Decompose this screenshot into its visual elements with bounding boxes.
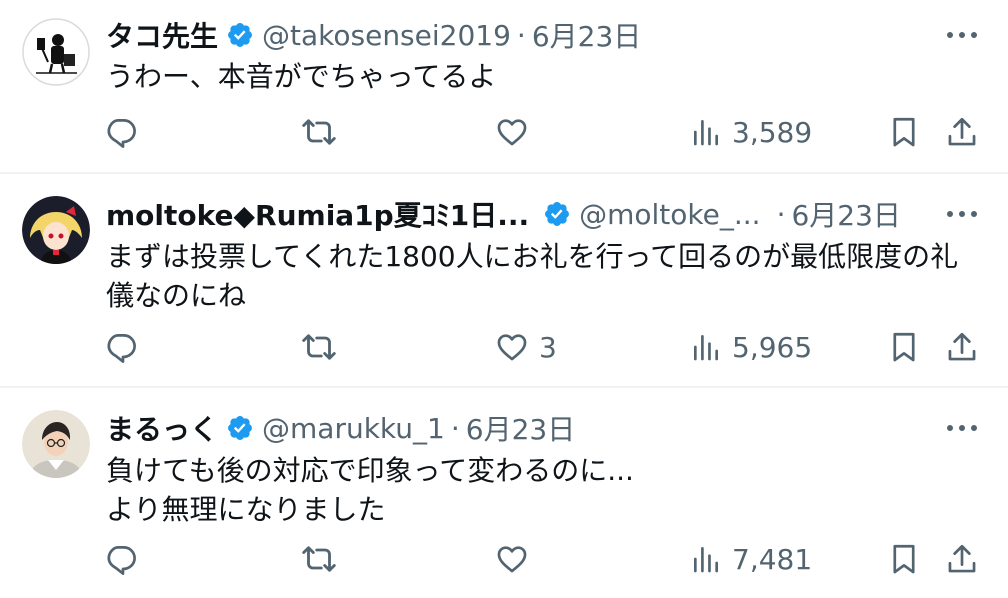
bookmark-button[interactable] bbox=[887, 112, 921, 152]
tweet-date[interactable]: 6月23日 bbox=[532, 15, 641, 55]
reply-icon bbox=[107, 334, 136, 363]
like-icon bbox=[497, 546, 527, 573]
tweet-text: うわー、本音がでちゃってるよ bbox=[106, 60, 497, 93]
view-count: 7,481 bbox=[732, 542, 813, 576]
reply-button[interactable] bbox=[104, 539, 138, 579]
share-icon bbox=[948, 544, 976, 573]
author-handle[interactable]: @moltoke_... bbox=[579, 198, 760, 231]
bookmark-icon bbox=[893, 117, 915, 147]
separator-dot: · bbox=[776, 197, 786, 231]
reply-button[interactable] bbox=[104, 112, 138, 152]
like-button[interactable] bbox=[495, 112, 539, 152]
avatar[interactable] bbox=[22, 410, 90, 478]
share-button[interactable] bbox=[945, 112, 979, 152]
tweet-header: タコ先生 @takosensei2019 · 6月23日 bbox=[106, 15, 641, 55]
retweet-button[interactable] bbox=[301, 327, 337, 367]
tweet-feed: タコ先生 @takosensei2019 · 6月23日 うわー、本音がでちゃっ… bbox=[0, 0, 1008, 598]
tweet-date[interactable]: 6月23日 bbox=[466, 408, 575, 448]
avatar[interactable] bbox=[22, 196, 90, 264]
more-options-button[interactable] bbox=[940, 408, 984, 448]
bookmark-icon bbox=[893, 332, 915, 362]
separator-dot: · bbox=[450, 411, 460, 445]
verified-badge-icon bbox=[226, 21, 254, 49]
author-handle[interactable]: @marukku_1 bbox=[262, 412, 445, 445]
verified-badge-icon bbox=[543, 200, 571, 228]
author-name[interactable]: タコ先生 bbox=[106, 15, 218, 55]
like-count: 3 bbox=[539, 330, 557, 364]
more-icon bbox=[947, 211, 977, 217]
share-button[interactable] bbox=[945, 539, 979, 579]
reply-button[interactable] bbox=[104, 327, 138, 367]
retweet-icon bbox=[302, 334, 336, 360]
like-button[interactable] bbox=[495, 539, 539, 579]
tweet-text: 負けても後の対応で印象って変わるのに... より無理になりました bbox=[106, 454, 634, 526]
more-options-button[interactable] bbox=[940, 15, 984, 55]
retweet-button[interactable] bbox=[301, 539, 337, 579]
reply-icon bbox=[107, 119, 136, 148]
more-options-button[interactable] bbox=[940, 194, 984, 234]
share-icon bbox=[948, 332, 976, 361]
more-icon bbox=[947, 425, 977, 431]
separator-dot: · bbox=[516, 18, 526, 52]
author-name[interactable]: まるっく bbox=[106, 408, 218, 448]
tweet-header: moltoke◆Rumia1p夏ｺﾐ1日... @moltoke_... · 6… bbox=[106, 194, 901, 234]
author-name[interactable]: moltoke◆Rumia1p夏ｺﾐ1日... bbox=[106, 194, 529, 234]
author-handle[interactable]: @takosensei2019 bbox=[262, 19, 511, 52]
views-button[interactable]: 3,589 bbox=[690, 112, 812, 152]
reply-icon bbox=[107, 546, 136, 575]
retweet-icon bbox=[302, 119, 336, 145]
tweet[interactable]: まるっく @marukku_1 · 6月23日 負けても後の対応で印象って変わる… bbox=[0, 388, 1008, 598]
more-icon bbox=[947, 32, 977, 38]
like-button[interactable]: 3 bbox=[495, 327, 557, 367]
view-count: 3,589 bbox=[732, 115, 813, 149]
tweet-header: まるっく @marukku_1 · 6月23日 bbox=[106, 408, 575, 448]
retweet-icon bbox=[302, 546, 336, 572]
avatar[interactable] bbox=[22, 18, 90, 86]
views-icon bbox=[694, 335, 718, 361]
view-count: 5,965 bbox=[732, 330, 813, 364]
retweet-button[interactable] bbox=[301, 112, 337, 152]
tweet-date[interactable]: 6月23日 bbox=[791, 194, 900, 234]
bookmark-icon bbox=[893, 544, 915, 574]
views-button[interactable]: 7,481 bbox=[690, 539, 812, 579]
share-icon bbox=[948, 117, 976, 146]
views-button[interactable]: 5,965 bbox=[690, 327, 812, 367]
views-icon bbox=[694, 120, 718, 146]
share-button[interactable] bbox=[945, 327, 979, 367]
verified-badge-icon bbox=[226, 414, 254, 442]
bookmark-button[interactable] bbox=[887, 539, 921, 579]
like-icon bbox=[497, 334, 527, 361]
bookmark-button[interactable] bbox=[887, 327, 921, 367]
views-icon bbox=[694, 547, 718, 573]
tweet-text: まずは投票してくれた1800人にお礼を行って回るのが最低限度の礼 儀なのにね bbox=[106, 240, 959, 312]
like-icon bbox=[497, 119, 527, 146]
tweet[interactable]: moltoke◆Rumia1p夏ｺﾐ1日... @moltoke_... · 6… bbox=[0, 174, 1008, 386]
tweet[interactable]: タコ先生 @takosensei2019 · 6月23日 うわー、本音がでちゃっ… bbox=[0, 0, 1008, 172]
